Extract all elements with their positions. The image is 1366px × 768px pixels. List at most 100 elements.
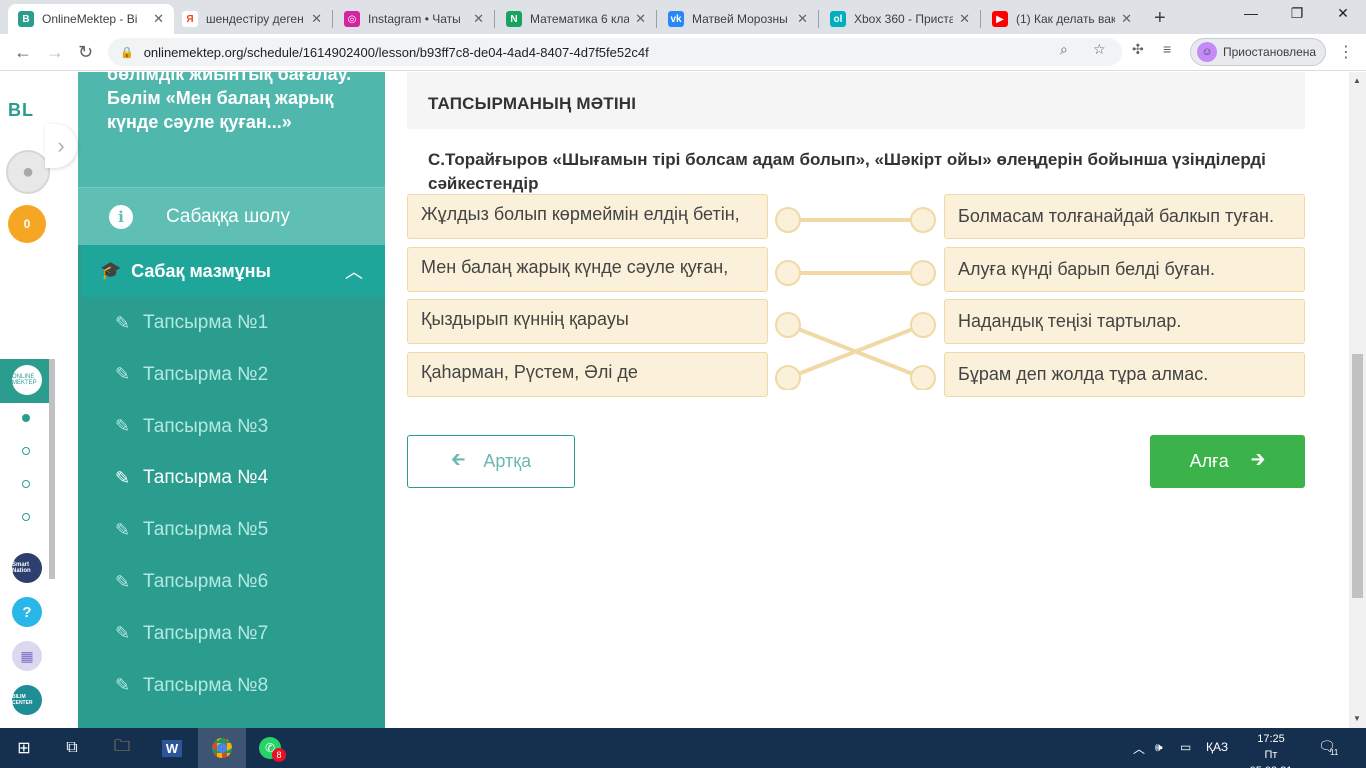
minimize-button[interactable]: — xyxy=(1228,5,1274,21)
left-anchor-dot[interactable] xyxy=(775,365,801,390)
right-anchor-dot[interactable] xyxy=(910,365,936,390)
extensions-icon[interactable]: ✣ xyxy=(1132,41,1144,58)
edit-icon: ✎ xyxy=(115,416,131,437)
windows-start-icon[interactable]: ⊞ xyxy=(0,728,48,768)
task-item[interactable]: ✎ Тапсырма №6 xyxy=(115,562,268,602)
browser-tab[interactable]: ◎ Instagram • Чаты ✕ xyxy=(334,4,494,34)
task-item[interactable]: ✎ Тапсырма №4 xyxy=(115,458,268,498)
rail-nav-dot[interactable] xyxy=(22,513,30,521)
rail-scrollbar[interactable] xyxy=(49,359,55,579)
scroll-down-icon[interactable]: ▼ xyxy=(1353,714,1361,723)
scroll-up-icon[interactable]: ▲ xyxy=(1353,76,1361,85)
tab-favicon-icon: B xyxy=(18,11,34,27)
reload-icon[interactable]: ↻ xyxy=(78,42,93,63)
browser-menu-icon[interactable]: ⋮ xyxy=(1338,42,1354,62)
bl-logo[interactable]: BL xyxy=(8,100,34,121)
forward-arrow-icon[interactable]: → xyxy=(46,42,64,63)
tab-close-icon[interactable]: ✕ xyxy=(959,11,970,27)
browser-tab[interactable]: ▶ (1) Как делать вак ✕ xyxy=(982,4,1142,34)
rail-nav-dot[interactable] xyxy=(22,414,30,422)
score-badge[interactable]: 0 xyxy=(8,205,46,243)
right-anchor-dot[interactable] xyxy=(910,260,936,286)
word-icon[interactable]: W xyxy=(148,728,196,768)
right-anchor-dot[interactable] xyxy=(910,312,936,338)
url-text[interactable]: onlinemektep.org/schedule/1614902400/les… xyxy=(144,45,649,60)
lesson-sidebar: бөлімдік жиынтық бағалау. Бөлім «Мен бал… xyxy=(78,72,385,728)
edit-icon: ✎ xyxy=(115,571,131,592)
tab-title: OnlineMektep - Bi xyxy=(42,12,138,26)
task-item[interactable]: ✎ Тапсырма №5 xyxy=(115,510,268,550)
left-anchor-dot[interactable] xyxy=(775,207,801,233)
task-view-icon[interactable]: ⧉ xyxy=(48,728,96,768)
right-match-card[interactable]: Бұрам деп жолда тұра алмас. xyxy=(944,352,1305,397)
reading-list-icon[interactable]: ≡ xyxy=(1163,41,1171,57)
browser-tab[interactable]: ol Xbox 360 - Приста ✕ xyxy=(820,4,980,34)
chevron-up-icon[interactable]: ︿ xyxy=(345,258,363,284)
clock[interactable]: 17:25 Пт 05.03.21 xyxy=(1242,731,1300,768)
tab-close-icon[interactable]: ✕ xyxy=(153,11,164,27)
bookmark-star-icon[interactable]: ☆ xyxy=(1093,41,1106,58)
battery-icon[interactable]: ▭ xyxy=(1180,740,1191,754)
right-match-card[interactable]: Алуға күнді барып белді буған. xyxy=(944,247,1305,292)
tab-close-icon[interactable]: ✕ xyxy=(797,11,808,27)
tab-close-icon[interactable]: ✕ xyxy=(473,11,484,27)
new-tab-button[interactable]: + xyxy=(1154,7,1166,30)
right-match-card[interactable]: Болмасам толғанайдай балкып туған. xyxy=(944,194,1305,239)
rail-nav-dot[interactable] xyxy=(22,480,30,488)
scrollbar-thumb[interactable] xyxy=(1352,354,1363,598)
back-arrow-icon[interactable]: ← xyxy=(14,42,32,63)
task-item[interactable]: ✎ Тапсырма №2 xyxy=(115,355,268,395)
maximize-button[interactable]: ❐ xyxy=(1274,5,1320,22)
left-match-card[interactable]: Жұлдыз болып көрмеймін елдің бетін, xyxy=(407,194,768,239)
page-scrollbar[interactable]: ▲ ▼ xyxy=(1349,72,1366,728)
zoom-icon[interactable]: ⌕ xyxy=(1060,41,1068,58)
task-item[interactable]: ✎ Тапсырма №3 xyxy=(115,407,268,447)
file-explorer-icon[interactable]: 🗀 xyxy=(98,728,146,768)
next-button[interactable]: Алға 🡲 xyxy=(1150,435,1305,488)
chrome-icon[interactable] xyxy=(198,728,246,768)
smart-nation-icon[interactable]: Smart Nation xyxy=(12,553,42,583)
keyboard-icon[interactable]: ▦ xyxy=(12,641,42,671)
language-indicator[interactable]: ҚАЗ xyxy=(1206,740,1228,754)
tab-close-icon[interactable]: ✕ xyxy=(311,11,322,27)
browser-tab[interactable]: vk Матвей Морозны ✕ xyxy=(658,4,818,34)
left-match-card[interactable]: Қаһарман, Рүстем, Әлі де xyxy=(407,352,768,397)
browser-tab-strip: B OnlineMektep - Bi ✕ Яшендестіру деген ✕ ◎ In… xyxy=(0,0,1366,34)
back-button[interactable]: 🡰 Артқа xyxy=(407,435,575,488)
help-icon[interactable]: ? xyxy=(12,597,42,627)
right-match-card[interactable]: Надандық теңізі тартылар. xyxy=(944,299,1305,344)
tab-close-icon[interactable]: ✕ xyxy=(1121,11,1132,27)
online-mektep-icon[interactable]: ONLINE MEKTEP xyxy=(12,365,42,395)
lesson-title: бөлімдік жиынтық бағалау. Бөлім «Мен бал… xyxy=(107,72,352,132)
browser-tab[interactable]: Яшендестіру деген ✕ xyxy=(172,4,332,34)
user-avatar-icon[interactable]: ● xyxy=(6,150,50,194)
task-item[interactable]: ✎ Тапсырма №8 xyxy=(115,666,268,706)
lesson-overview-item[interactable]: i Сабаққа шолу xyxy=(78,187,385,245)
windows-taskbar: ⊞ ⧉ 🗀 W ✆ 8 ︿ 🕪 ▭ ҚАЗ 17:25 Пт 05.03.21 … xyxy=(0,728,1366,768)
tray-overflow-icon[interactable]: ︿ xyxy=(1133,740,1145,757)
task-item[interactable]: ✎ Тапсырма №7 xyxy=(115,614,268,654)
task-label: Тапсырма №4 xyxy=(143,467,269,489)
address-bar[interactable]: 🔒 onlinemektep.org/schedule/1614902400/l… xyxy=(108,38,1122,66)
right-anchor-dot[interactable] xyxy=(910,207,936,233)
tab-favicon-icon: ol xyxy=(830,11,846,27)
left-match-card[interactable]: Мен балаң жарық күнде сәуле қуған, xyxy=(407,247,768,292)
clock-time: 17:25 xyxy=(1257,733,1285,745)
left-match-card[interactable]: Қыздырып күннің қарауы xyxy=(407,299,768,344)
tab-title: Математика 6 кла xyxy=(530,12,630,26)
expand-rail-button[interactable]: › xyxy=(45,124,77,168)
left-anchor-dot[interactable] xyxy=(775,312,801,338)
task-item[interactable]: ✎ Тапсырма №1 xyxy=(115,303,268,343)
tab-close-icon[interactable]: ✕ xyxy=(635,11,646,27)
bilim-center-icon[interactable]: BILIM CENTER xyxy=(12,685,42,715)
close-window-button[interactable]: ✕ xyxy=(1320,5,1366,22)
profile-button[interactable]: ☺ Приостановлена xyxy=(1190,38,1326,66)
volume-icon[interactable]: 🕪 xyxy=(1155,740,1163,755)
browser-tab[interactable]: B OnlineMektep - Bi ✕ xyxy=(8,4,174,34)
whatsapp-icon[interactable]: ✆ 8 xyxy=(246,728,294,768)
tab-separator xyxy=(818,10,819,28)
lesson-content-header[interactable]: 🎓 Сабақ мазмұны ︿ xyxy=(82,245,385,297)
rail-nav-dot[interactable] xyxy=(22,447,30,455)
left-anchor-dot[interactable] xyxy=(775,260,801,286)
browser-tab[interactable]: N Математика 6 кла ✕ xyxy=(496,4,656,34)
